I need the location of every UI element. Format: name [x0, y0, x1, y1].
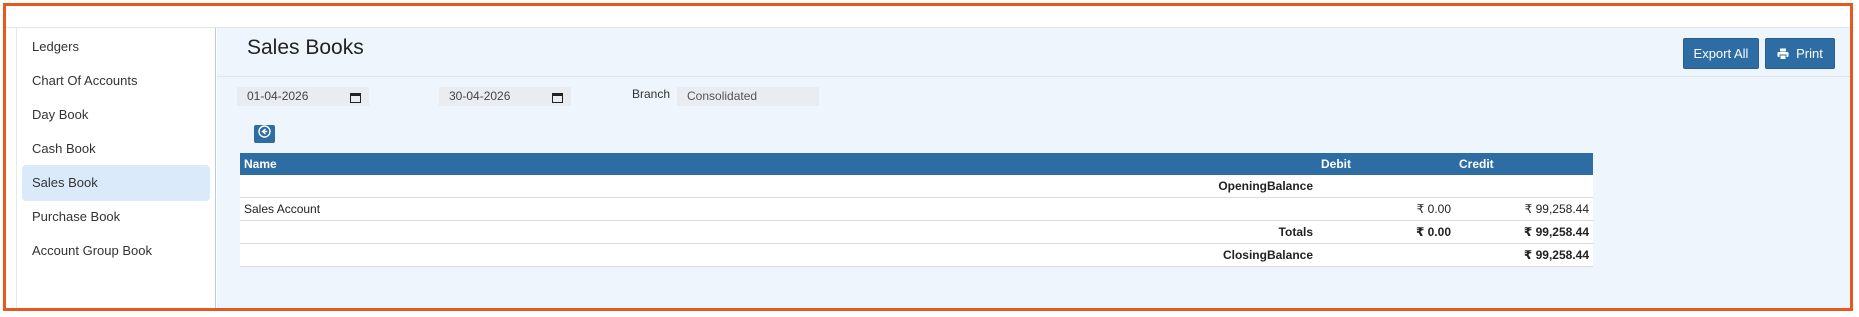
row-credit: ₹ 99,258.44 [1455, 197, 1593, 221]
page-title: Sales Books [247, 36, 364, 59]
sidebar-item-chart-of-accounts[interactable]: Chart Of Accounts [22, 63, 210, 99]
sidebar-item-day-book[interactable]: Day Book [22, 97, 210, 133]
sidebar-item-purchase-book[interactable]: Purchase Book [22, 199, 210, 235]
export-all-label: Export All [1693, 46, 1749, 61]
column-header-debit: Debit [1317, 153, 1455, 175]
arrow-left-circle-icon [258, 125, 271, 143]
sidebar-item-account-group-book[interactable]: Account Group Book [22, 233, 210, 269]
totals-row: Totals ₹ 0.00 ₹ 99,258.44 [240, 220, 1593, 244]
totals-debit: ₹ 0.00 [1317, 220, 1455, 244]
closing-balance-label: ClosingBalance [240, 243, 1317, 267]
branch-select[interactable]: Consolidated [677, 87, 819, 106]
export-all-button[interactable]: Export All [1683, 38, 1759, 69]
sidebar: Ledgers Chart Of Accounts Day Book Cash … [16, 28, 216, 308]
sidebar-item-ledgers[interactable]: Ledgers [22, 29, 210, 65]
branch-label: Branch [632, 87, 671, 101]
row-debit: ₹ 0.00 [1317, 197, 1455, 221]
table-header-row: Name Debit Credit [240, 153, 1593, 175]
sidebar-item-sales-book[interactable]: Sales Book [22, 165, 210, 201]
column-header-credit: Credit [1455, 153, 1593, 175]
totals-credit: ₹ 99,258.44 [1455, 220, 1593, 244]
calendar-icon[interactable] [350, 90, 361, 109]
main-content: Sales Books Export All Print 01-04-2026 [217, 28, 1850, 308]
totals-label: Totals [240, 220, 1317, 244]
opening-balance-row: OpeningBalance [240, 175, 1593, 198]
back-button[interactable] [254, 125, 275, 143]
table-row[interactable]: Sales Account ₹ 0.00 ₹ 99,258.44 [240, 197, 1593, 221]
opening-balance-label: OpeningBalance [240, 175, 1317, 198]
app-frame: Ledgers Chart Of Accounts Day Book Cash … [3, 3, 1853, 311]
ledger-table: Name Debit Credit OpeningBalance Sales A… [240, 153, 1593, 267]
closing-balance-credit: ₹ 99,258.44 [1455, 243, 1593, 267]
top-bar [6, 6, 1850, 28]
opening-balance-debit [1317, 175, 1455, 198]
header-divider [217, 76, 1850, 77]
print-button[interactable]: Print [1765, 38, 1835, 69]
from-date-value: 01-04-2026 [247, 89, 309, 103]
from-date-input[interactable]: 01-04-2026 [237, 87, 369, 106]
opening-balance-credit [1455, 175, 1593, 198]
closing-balance-debit [1317, 243, 1455, 267]
column-header-name: Name [240, 153, 1317, 175]
row-name: Sales Account [240, 197, 1317, 221]
calendar-icon[interactable] [552, 90, 563, 109]
to-date-input[interactable]: 30-04-2026 [439, 87, 571, 106]
closing-balance-row: ClosingBalance ₹ 99,258.44 [240, 243, 1593, 267]
sidebar-item-cash-book[interactable]: Cash Book [22, 131, 210, 167]
printer-icon [1777, 48, 1789, 60]
print-label: Print [1796, 46, 1823, 61]
to-date-value: 30-04-2026 [449, 89, 511, 103]
